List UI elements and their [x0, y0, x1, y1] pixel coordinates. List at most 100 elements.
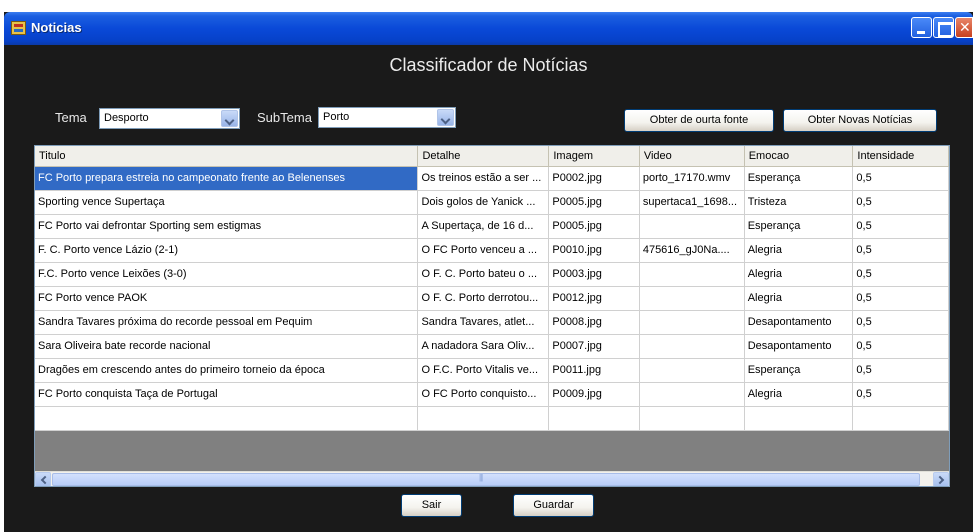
table-row[interactable]	[35, 406, 949, 431]
cell-titulo[interactable]: Sara Oliveira bate recorde nacional	[35, 334, 419, 359]
cell-titulo[interactable]	[35, 406, 419, 431]
cell-detalhe[interactable]: Sandra Tavares, atlet...	[417, 310, 550, 335]
close-button[interactable]	[955, 17, 973, 38]
cell-emocao[interactable]: Alegria	[744, 286, 854, 311]
title-bar[interactable]: Noticias	[4, 12, 973, 45]
cell-emocao[interactable]: Alegria	[744, 238, 854, 263]
cell-intensidade[interactable]: 0,5	[852, 214, 949, 239]
cell-emocao[interactable]: Tristeza	[744, 190, 854, 215]
cell-titulo[interactable]: FC Porto conquista Taça de Portugal	[35, 382, 419, 407]
cell-detalhe[interactable]: O F. C. Porto bateu o ...	[417, 262, 550, 287]
maximize-button[interactable]	[933, 17, 954, 38]
cell-intensidade[interactable]: 0,5	[852, 238, 949, 263]
cell-detalhe[interactable]: O FC Porto venceu a ...	[417, 238, 550, 263]
cell-emocao[interactable]: Esperança	[744, 358, 854, 383]
table-row[interactable]: Dragões em crescendo antes do primeiro t…	[35, 358, 949, 383]
tema-dropdown[interactable]: Desporto	[99, 108, 240, 129]
cell-emocao[interactable]	[744, 406, 854, 431]
cell-detalhe[interactable]: O FC Porto conquisto...	[417, 382, 550, 407]
cell-intensidade[interactable]: 0,5	[852, 358, 949, 383]
cell-imagem[interactable]: P0008.jpg	[548, 310, 640, 335]
cell-intensidade[interactable]: 0,5	[852, 262, 949, 287]
table-row[interactable]: FC Porto vence PAOK O F. C. Porto derroto…	[35, 286, 949, 311]
cell-imagem[interactable]: P0005.jpg	[548, 190, 640, 215]
cell-intensidade[interactable]	[852, 406, 949, 431]
table-row[interactable]: FC Porto prepara estreia no campeonato f…	[35, 166, 949, 191]
cell-imagem[interactable]: P0009.jpg	[548, 382, 640, 407]
cell-titulo[interactable]: F. C. Porto vence Lázio (2-1)	[35, 238, 419, 263]
cell-emocao[interactable]: Desapontamento	[744, 334, 854, 359]
cell-titulo[interactable]: FC Porto vence PAOK	[35, 286, 419, 311]
cell-video[interactable]	[639, 310, 745, 335]
cell-intensidade[interactable]: 0,5	[852, 286, 949, 311]
cell-detalhe[interactable]: O F. C. Porto derrotou...	[417, 286, 550, 311]
news-data-grid[interactable]: Titulo Detalhe Imagem Video Emocao Inten…	[34, 145, 950, 487]
cell-titulo[interactable]: Dragões em crescendo antes do primeiro t…	[35, 358, 419, 383]
obter-outra-fonte-button[interactable]: Obter de ourta fonte	[624, 109, 774, 132]
column-header-intensidade[interactable]: Intensidade	[852, 146, 949, 167]
horizontal-scrollbar[interactable]	[35, 471, 949, 486]
cell-detalhe[interactable]: Os treinos estão a ser ...	[417, 166, 550, 191]
sair-button[interactable]: Sair	[401, 494, 462, 517]
table-row[interactable]: FC Porto conquista Taça de Portugal O FC …	[35, 382, 949, 407]
cell-detalhe[interactable]: A nadadora Sara Oliv...	[417, 334, 550, 359]
subtema-dropdown[interactable]: Porto	[318, 107, 456, 128]
scrollbar-thumb[interactable]	[52, 473, 920, 486]
app-icon[interactable]	[11, 21, 26, 35]
cell-titulo[interactable]: Sandra Tavares próxima do recorde pessoa…	[35, 310, 419, 335]
cell-video[interactable]	[639, 214, 745, 239]
cell-emocao[interactable]: Desapontamento	[744, 310, 854, 335]
cell-intensidade[interactable]: 0,5	[852, 166, 949, 191]
table-row[interactable]: Sara Oliveira bate recorde nacional A nad…	[35, 334, 949, 359]
guardar-button[interactable]: Guardar	[513, 494, 594, 517]
cell-titulo[interactable]: FC Porto prepara estreia no campeonato f…	[35, 166, 419, 191]
cell-emocao[interactable]: Esperança	[744, 214, 854, 239]
cell-intensidade[interactable]: 0,5	[852, 382, 949, 407]
table-row[interactable]: F.C. Porto vence Leixões (3-0) O F. C. Po…	[35, 262, 949, 287]
cell-video[interactable]: porto_17170.wmv	[639, 166, 745, 191]
cell-imagem[interactable]	[548, 406, 640, 431]
table-row[interactable]: Sandra Tavares próxima do recorde pessoa…	[35, 310, 949, 335]
cell-emocao[interactable]: Alegria	[744, 382, 854, 407]
cell-video[interactable]	[639, 286, 745, 311]
cell-emocao[interactable]: Alegria	[744, 262, 854, 287]
cell-detalhe[interactable]: O F.C. Porto Vitalis ve...	[417, 358, 550, 383]
column-header-detalhe[interactable]: Detalhe	[417, 146, 550, 167]
cell-video[interactable]	[639, 334, 745, 359]
table-row[interactable]: F. C. Porto vence Lázio (2-1) O FC Porto …	[35, 238, 949, 263]
cell-intensidade[interactable]: 0,5	[852, 310, 949, 335]
cell-detalhe[interactable]	[417, 406, 550, 431]
chevron-down-icon[interactable]	[221, 110, 238, 127]
cell-video[interactable]: 475616_gJ0Na....	[639, 238, 745, 263]
cell-video[interactable]: supertaca1_1698...	[639, 190, 745, 215]
cell-intensidade[interactable]: 0,5	[852, 190, 949, 215]
table-row[interactable]: FC Porto vai defrontar Sporting sem esti…	[35, 214, 949, 239]
cell-imagem[interactable]: P0012.jpg	[548, 286, 640, 311]
cell-emocao[interactable]: Esperança	[744, 166, 854, 191]
cell-imagem[interactable]: P0003.jpg	[548, 262, 640, 287]
scroll-left-arrow-icon[interactable]	[35, 472, 51, 486]
cell-video[interactable]	[639, 262, 745, 287]
column-header-titulo[interactable]: Titulo	[35, 146, 419, 167]
cell-imagem[interactable]: P0010.jpg	[548, 238, 640, 263]
chevron-down-icon[interactable]	[437, 109, 454, 126]
cell-titulo[interactable]: Sporting vence Supertaça	[35, 190, 419, 215]
scroll-right-arrow-icon[interactable]	[933, 472, 949, 486]
cell-detalhe[interactable]: A Supertaça, de 16 d...	[417, 214, 550, 239]
cell-video[interactable]	[639, 382, 745, 407]
table-row[interactable]: Sporting vence Supertaça Dois golos de Ya…	[35, 190, 949, 215]
column-header-imagem[interactable]: Imagem	[548, 146, 640, 167]
column-header-emocao[interactable]: Emocao	[744, 146, 854, 167]
cell-video[interactable]	[639, 406, 745, 431]
cell-intensidade[interactable]: 0,5	[852, 334, 949, 359]
obter-novas-noticias-button[interactable]: Obter Novas Notícias	[783, 109, 937, 132]
cell-titulo[interactable]: F.C. Porto vence Leixões (3-0)	[35, 262, 419, 287]
cell-imagem[interactable]: P0002.jpg	[548, 166, 640, 191]
cell-detalhe[interactable]: Dois golos de Yanick ...	[417, 190, 550, 215]
cell-titulo[interactable]: FC Porto vai defrontar Sporting sem esti…	[35, 214, 419, 239]
column-header-video[interactable]: Video	[639, 146, 745, 167]
cell-imagem[interactable]: P0007.jpg	[548, 334, 640, 359]
cell-imagem[interactable]: P0005.jpg	[548, 214, 640, 239]
cell-video[interactable]	[639, 358, 745, 383]
minimize-button[interactable]	[911, 17, 932, 38]
